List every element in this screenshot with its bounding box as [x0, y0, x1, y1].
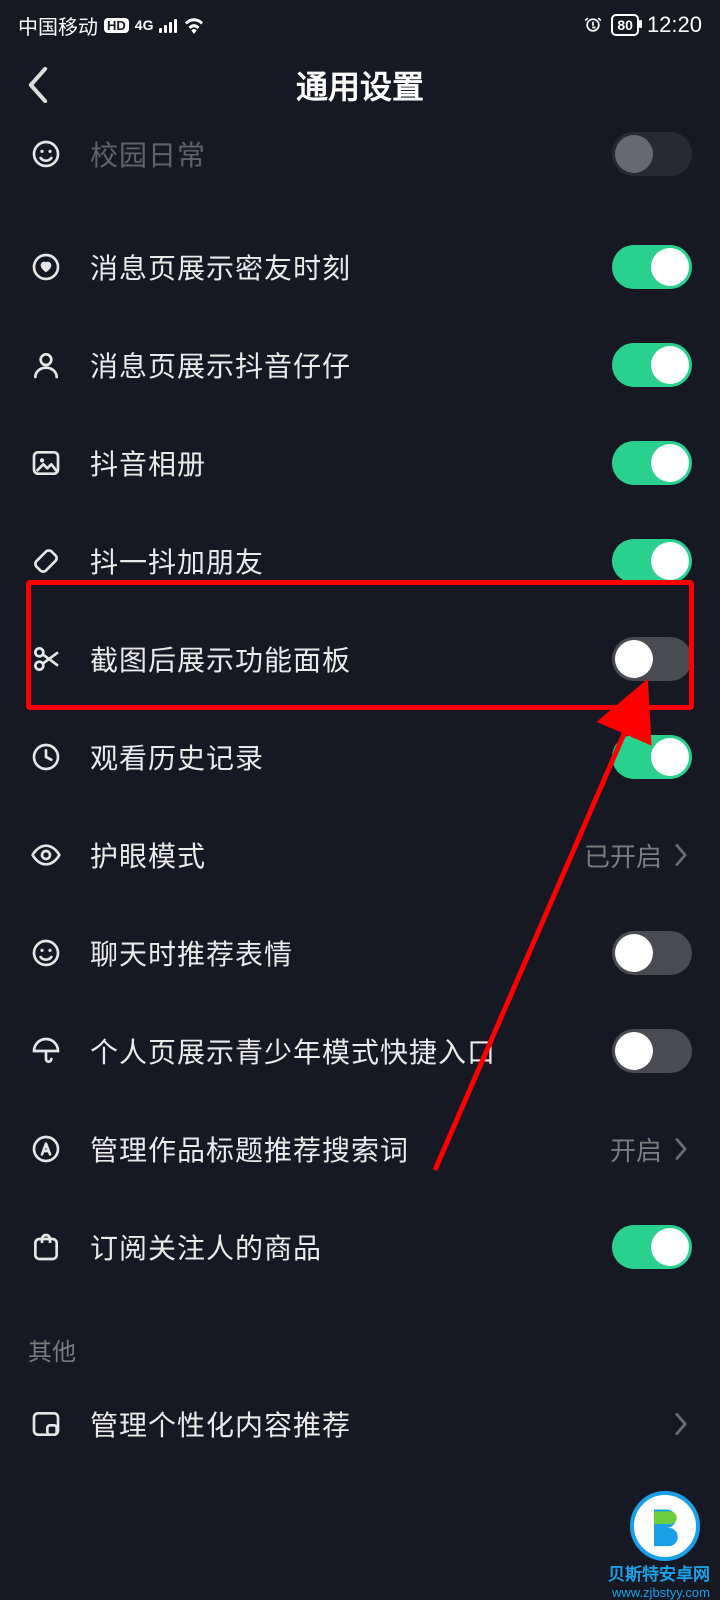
row-label: 截图后展示功能面板	[90, 639, 612, 679]
page-title: 通用设置	[296, 62, 424, 108]
row-label: 管理个性化内容推荐	[90, 1404, 670, 1444]
row-douyin-album[interactable]: 抖音相册	[0, 414, 720, 512]
campus-icon	[28, 136, 64, 172]
row-subscribe-products[interactable]: 订阅关注人的商品	[0, 1198, 720, 1296]
section-other: 其他	[0, 1296, 720, 1375]
toggle-watch-history[interactable]	[612, 735, 692, 779]
chevron-right-icon	[670, 844, 692, 866]
row-screenshot-panel[interactable]: 截图后展示功能面板	[0, 610, 720, 708]
network-4g-icon: 4G	[135, 17, 154, 33]
clock-icon	[28, 739, 64, 775]
row-label: 消息页展示密友时刻	[90, 247, 612, 287]
emoji-icon	[28, 935, 64, 971]
hd-icon: HD	[104, 18, 129, 33]
signal-icon	[159, 17, 177, 33]
toggle-douyin-album[interactable]	[612, 441, 692, 485]
toggle-douyin-zaizai[interactable]	[612, 343, 692, 387]
status-right: 80 12:20	[583, 12, 702, 38]
settings-card-icon	[28, 1406, 64, 1442]
page-header: 通用设置	[0, 50, 720, 120]
watermark-name: 贝斯特安卓网	[608, 1565, 720, 1585]
image-icon	[28, 445, 64, 481]
row-label: 护眼模式	[90, 835, 584, 875]
shake-icon	[28, 543, 64, 579]
letter-a-icon	[28, 1131, 64, 1167]
toggle-campus-daily[interactable]	[612, 132, 692, 176]
watermark: 贝斯特安卓网 www.zjbstyy.com	[560, 1440, 720, 1600]
toggle-teen-mode-shortcut[interactable]	[612, 1029, 692, 1073]
umbrella-icon	[28, 1033, 64, 1069]
heart-circle-icon	[28, 249, 64, 285]
status-bar: 中国移动 HD 4G 80 12:20	[0, 0, 720, 50]
row-value: 已开启	[584, 837, 662, 874]
eye-icon	[28, 837, 64, 873]
back-button[interactable]	[18, 65, 58, 105]
row-label: 个人页展示青少年模式快捷入口	[90, 1031, 612, 1071]
avatar-icon	[28, 347, 64, 383]
clock-label: 12:20	[647, 12, 702, 38]
watermark-url: www.zjbstyy.com	[612, 1585, 720, 1600]
row-label: 订阅关注人的商品	[90, 1227, 612, 1267]
row-value: 开启	[610, 1131, 662, 1168]
row-manage-title-search[interactable]: 管理作品标题推荐搜索词 开启	[0, 1100, 720, 1198]
row-douyin-zaizai[interactable]: 消息页展示抖音仔仔	[0, 316, 720, 414]
row-watch-history[interactable]: 观看历史记录	[0, 708, 720, 806]
chevron-right-icon	[670, 1413, 692, 1435]
row-shake-add-friend[interactable]: 抖一抖加朋友	[0, 512, 720, 610]
scissors-icon	[28, 641, 64, 677]
status-left: 中国移动 HD 4G	[18, 11, 205, 40]
row-label: 校园日常	[90, 134, 612, 174]
row-label: 观看历史记录	[90, 737, 612, 777]
bag-icon	[28, 1229, 64, 1265]
row-label: 消息页展示抖音仔仔	[90, 345, 612, 385]
row-label: 聊天时推荐表情	[90, 933, 612, 973]
row-label: 抖音相册	[90, 443, 612, 483]
chevron-right-icon	[670, 1138, 692, 1160]
toggle-emoji-suggest[interactable]	[612, 931, 692, 975]
row-label: 抖一抖加朋友	[90, 541, 612, 581]
wifi-icon	[183, 16, 205, 34]
toggle-close-friend-moments[interactable]	[612, 245, 692, 289]
watermark-logo-icon	[630, 1491, 700, 1561]
toggle-shake-add-friend[interactable]	[612, 539, 692, 583]
battery-level: 80	[617, 17, 633, 33]
row-label: 管理作品标题推荐搜索词	[90, 1129, 610, 1169]
settings-list: 校园日常 消息页展示密友时刻 消息页展示抖音仔仔 抖音相册 抖一抖加朋友	[0, 120, 720, 1513]
row-emoji-suggest[interactable]: 聊天时推荐表情	[0, 904, 720, 1002]
row-close-friend-moments[interactable]: 消息页展示密友时刻	[0, 218, 720, 316]
carrier-label: 中国移动	[18, 11, 98, 40]
row-teen-mode-shortcut[interactable]: 个人页展示青少年模式快捷入口	[0, 1002, 720, 1100]
battery-icon: 80	[611, 14, 639, 36]
alarm-icon	[583, 15, 603, 35]
row-campus-daily[interactable]: 校园日常	[0, 120, 720, 218]
toggle-screenshot-panel[interactable]	[612, 637, 692, 681]
row-eye-protection[interactable]: 护眼模式 已开启	[0, 806, 720, 904]
toggle-subscribe-products[interactable]	[612, 1225, 692, 1269]
